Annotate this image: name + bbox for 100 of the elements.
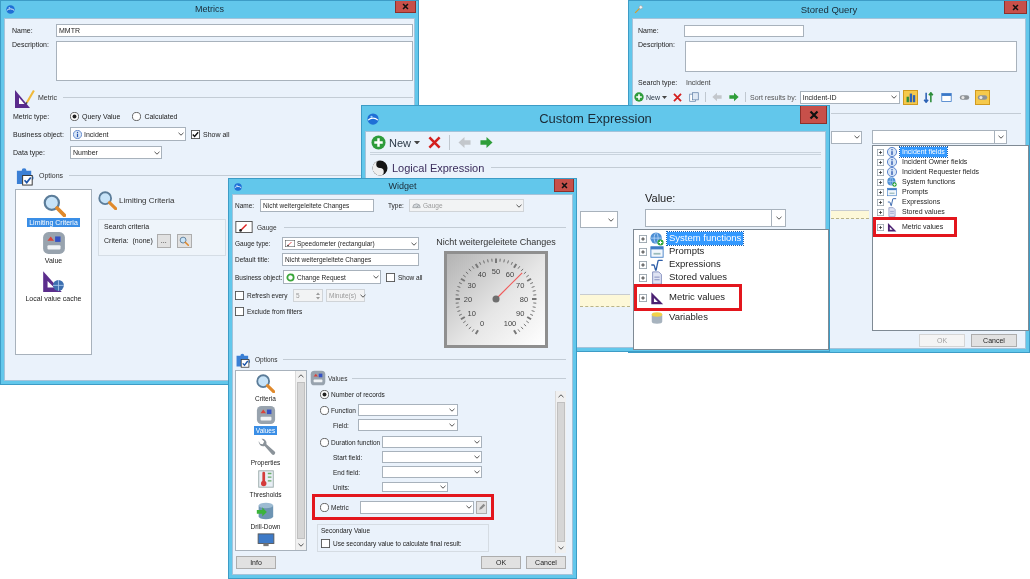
delete-icon (673, 92, 682, 102)
chevron-down-icon (298, 543, 304, 547)
sphere-icon (367, 112, 379, 125)
description-field[interactable] (685, 41, 1017, 72)
checkbox[interactable] (235, 306, 244, 316)
chevron-down-icon (997, 135, 1004, 139)
gauge-icon (285, 240, 295, 247)
edit-button[interactable] (476, 500, 487, 514)
window-title: Metrics (195, 3, 224, 16)
globe-icon (887, 177, 897, 187)
caret-icon (414, 140, 420, 145)
radio-button[interactable] (320, 502, 329, 512)
checkbox[interactable] (321, 539, 330, 548)
close-icon (560, 181, 568, 189)
toolbar-toggle[interactable] (902, 89, 918, 105)
search-icon (41, 193, 66, 217)
scrollbar[interactable] (555, 391, 566, 553)
search-button[interactable] (176, 233, 192, 248)
thermometer-icon (255, 469, 276, 489)
field-dropdown[interactable] (382, 482, 449, 492)
search-icon (179, 235, 190, 246)
bar-chart-icon (904, 91, 916, 103)
close-button[interactable] (554, 179, 574, 192)
close-button[interactable] (800, 106, 827, 124)
field-dropdown[interactable] (382, 451, 483, 463)
new-button[interactable]: New (370, 133, 421, 152)
symbols-tile-icon (310, 370, 326, 386)
description-field[interactable] (56, 41, 413, 81)
function-dropdown[interactable] (357, 404, 458, 416)
chevron-down-icon (177, 132, 184, 136)
chevron-down-icon (449, 423, 456, 427)
copy-button[interactable] (687, 90, 701, 104)
dropdown[interactable] (831, 130, 862, 144)
value-dropdown[interactable] (872, 130, 1007, 144)
chevron-down-icon (449, 408, 456, 412)
value-dropdown[interactable] (645, 209, 786, 227)
symbols-tile-icon (255, 405, 276, 425)
metric-dropdown[interactable] (360, 500, 474, 514)
scroll-thumb[interactable] (297, 382, 305, 539)
checkbox[interactable] (191, 129, 200, 139)
spinner-arrows-icon (315, 290, 321, 301)
sphere-icon (6, 5, 15, 14)
radio-button[interactable] (320, 437, 329, 447)
search-icon (255, 373, 276, 393)
section-title: Limiting Criteria (119, 195, 175, 205)
tree-item[interactable]: Expressions (667, 258, 723, 271)
tree-item[interactable]: Metric values (667, 291, 727, 304)
scrollbar[interactable] (295, 371, 306, 550)
caret-icon (662, 95, 667, 99)
info-icon (887, 157, 897, 167)
sort-icon (922, 91, 934, 103)
radio-button[interactable] (320, 389, 329, 399)
close-icon (808, 109, 819, 120)
info-icon (887, 167, 897, 177)
radio-button[interactable] (70, 111, 79, 121)
radio-button[interactable] (132, 111, 142, 121)
close-icon (402, 3, 409, 10)
table-row (580, 294, 630, 307)
delete-button[interactable] (671, 90, 684, 104)
delete-button[interactable] (426, 134, 443, 151)
chevron-down-icon (891, 95, 898, 99)
checkbox[interactable] (386, 272, 395, 282)
window-title: Stored Query (800, 3, 858, 17)
close-button[interactable] (1004, 1, 1027, 14)
function-dropdown[interactable] (382, 436, 483, 448)
square-root-icon (650, 257, 664, 272)
chevron-down-icon (465, 505, 472, 509)
chevron-down-icon (439, 485, 446, 489)
gauge-icon (235, 221, 253, 233)
chevron-down-icon (473, 455, 480, 459)
chevron-down-icon (153, 150, 160, 155)
ruler-globe-icon (41, 269, 66, 293)
tree-item[interactable]: Variables (667, 311, 710, 324)
dial-icon (412, 202, 421, 209)
cylinder-icon (650, 310, 664, 325)
search-icon (97, 190, 117, 210)
tree-item[interactable]: Stored values (667, 271, 730, 284)
name-field[interactable] (684, 24, 804, 37)
scroll-thumb[interactable] (557, 402, 565, 542)
chevron-down-icon (473, 470, 480, 474)
square-root-icon (887, 197, 897, 207)
info-icon (887, 147, 897, 157)
tree-item[interactable]: Prompts (667, 245, 707, 258)
window-title: Widget (388, 180, 417, 193)
field-dropdown[interactable] (382, 466, 483, 478)
section-title: Logical Expression (392, 161, 485, 174)
chevron-up-icon (558, 394, 564, 398)
close-button[interactable] (395, 1, 416, 13)
dropdown[interactable] (580, 211, 618, 228)
yin-yang-icon (372, 159, 388, 176)
delete-icon (428, 136, 441, 149)
chevron-down-icon (775, 216, 782, 220)
symbols-tile-icon (41, 231, 66, 255)
field-dropdown[interactable] (357, 419, 458, 431)
field-label: Value: (645, 192, 676, 204)
chevron-down-icon (853, 135, 860, 139)
toolbar-toggle[interactable] (974, 89, 990, 105)
plus-icon (371, 135, 386, 150)
checkbox[interactable] (235, 291, 244, 300)
radio-button[interactable] (320, 405, 329, 415)
